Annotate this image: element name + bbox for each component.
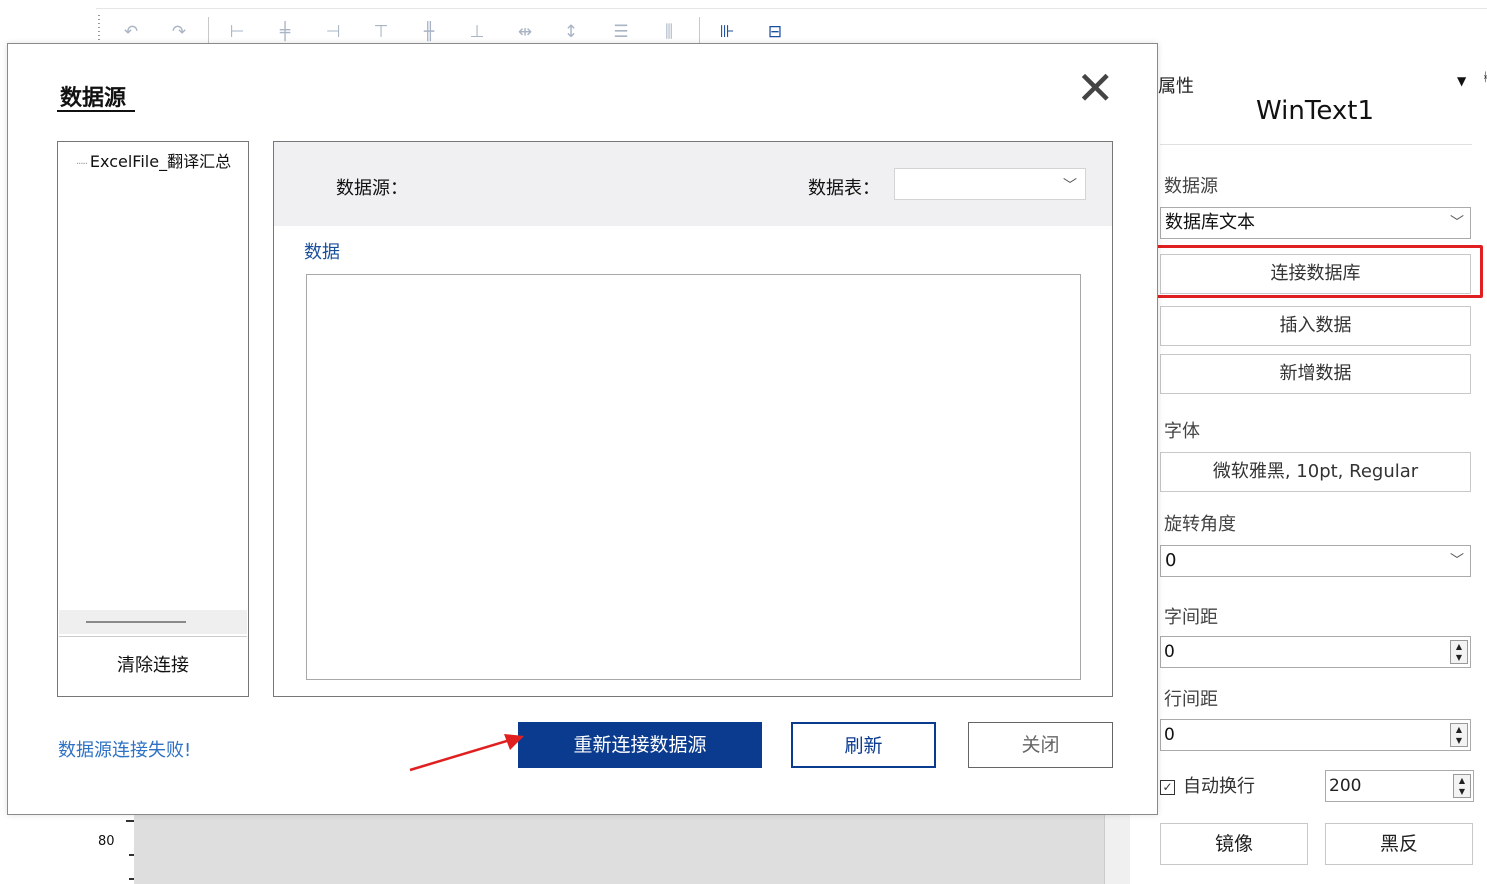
spin-up-icon[interactable]: ▲	[1454, 775, 1470, 786]
line-spacing-input[interactable]: 0 ▲ ▼	[1160, 719, 1471, 751]
line-spacing-value: 0	[1164, 725, 1175, 745]
spinner-buttons[interactable]: ▲ ▼	[1450, 640, 1468, 664]
spin-down-icon[interactable]: ▼	[1451, 735, 1467, 746]
datasource-dialog: 数据源 ✕ ····· ExcelFile_翻译汇总 清除连接 数据源： 数据表：…	[7, 43, 1158, 815]
rotation-select[interactable]: 0 ﹀	[1160, 545, 1471, 577]
align-middle-icon[interactable]: ╫	[416, 21, 442, 43]
object-name: WinText1	[1256, 96, 1374, 126]
align-bottom-icon[interactable]: ⊥	[464, 21, 490, 43]
spinner-buttons[interactable]: ▲ ▼	[1453, 774, 1471, 798]
rotation-value: 0	[1165, 550, 1177, 571]
font-picker-button[interactable]: 微软雅黑, 10pt, Regular	[1160, 452, 1471, 492]
align-top-icon[interactable]: ⊤	[368, 21, 394, 43]
spin-up-icon[interactable]: ▲	[1451, 641, 1467, 652]
add-data-button[interactable]: 新增数据	[1160, 354, 1471, 394]
mirror-button[interactable]: 镜像	[1160, 823, 1308, 865]
same-width-icon[interactable]: ⇹	[512, 21, 538, 43]
data-panel-header: 数据源： 数据表： ﹀	[274, 142, 1112, 226]
line-spacing-label: 行间距	[1164, 689, 1218, 710]
datasource-value: 数据库文本	[1165, 212, 1255, 233]
distribute-h-icon[interactable]: ⊪	[714, 21, 740, 43]
tree-horizontal-scrollbar[interactable]	[59, 610, 247, 634]
status-message: 数据源连接失败!	[58, 740, 192, 761]
data-section-label: 数据	[304, 242, 340, 263]
refresh-button[interactable]: 刷新	[791, 722, 936, 768]
spin-up-icon[interactable]: ▲	[1451, 724, 1467, 735]
property-panel-title: 属性	[1158, 76, 1194, 97]
data-panel: 数据源： 数据表： ﹀ 数据	[273, 141, 1113, 697]
align-right-icon[interactable]: ⊣	[320, 21, 346, 43]
autowrap-width-value: 200	[1329, 776, 1362, 796]
pin-icon[interactable]: ᚼ	[1482, 70, 1487, 84]
close-icon[interactable]: ✕	[1076, 65, 1115, 111]
char-spacing-label: 字间距	[1164, 607, 1218, 628]
close-button[interactable]: 关闭	[968, 722, 1113, 768]
datatable-select[interactable]: ﹀	[894, 168, 1086, 200]
toolbar-separator	[699, 17, 700, 45]
chevron-down-icon: ﹀	[1450, 215, 1464, 231]
vertical-ruler: 80	[96, 814, 136, 884]
clear-connection-button[interactable]: 清除连接	[59, 636, 247, 696]
dropdown-arrow-icon[interactable]: ▼	[1457, 74, 1466, 88]
toolbar-grip	[98, 15, 100, 41]
chevron-down-icon: ﹀	[1450, 553, 1464, 569]
ruler-label: 80	[98, 834, 115, 849]
autowrap-checkbox[interactable]: ✓	[1160, 780, 1175, 795]
rotation-label: 旋转角度	[1164, 514, 1236, 535]
data-grid[interactable]	[306, 274, 1081, 680]
same-height-icon[interactable]: ↕	[558, 21, 584, 43]
datatable-label: 数据表：	[808, 178, 880, 199]
char-spacing-input[interactable]: 0 ▲ ▼	[1160, 636, 1471, 668]
chevron-down-icon: ﹀	[1063, 178, 1077, 194]
annotation-highlight-box	[1155, 245, 1483, 298]
tree-item[interactable]: ····· ExcelFile_翻译汇总	[76, 148, 231, 172]
datasource-label: 数据源	[1164, 176, 1218, 197]
autowrap-label: 自动换行	[1183, 776, 1255, 797]
tree-connector: ·····	[76, 159, 88, 170]
insert-data-button[interactable]: 插入数据	[1160, 306, 1471, 346]
divider	[1160, 144, 1472, 145]
datasource-select[interactable]: 数据库文本 ﹀	[1160, 207, 1471, 239]
tree-item-label: ExcelFile_翻译汇总	[89, 152, 232, 171]
autowrap-width-input[interactable]: 200 ▲ ▼	[1325, 770, 1474, 802]
redo-icon[interactable]: ↷	[166, 21, 192, 43]
font-label: 字体	[1164, 421, 1200, 442]
reconnect-button[interactable]: 重新连接数据源	[518, 722, 762, 768]
property-panel: 属性 ▼ ᚼ WinText1 数据源 数据库文本 ﹀ 连接数据库 插入数据 新…	[1130, 44, 1487, 884]
invert-button[interactable]: 黑反	[1325, 823, 1473, 865]
ruler-tick	[126, 820, 134, 822]
layout-toolbar: ↶ ↷ ⊢ ╪ ⊣ ⊤ ╫ ⊥ ⇹ ↕ ☰ ⫼ ⊪ ⊟	[96, 8, 1487, 45]
horizontal-spacing-icon[interactable]: ⫼	[656, 21, 682, 43]
datasource-label: 数据源：	[336, 178, 408, 199]
design-canvas[interactable]	[134, 814, 1104, 884]
distribute-v-icon[interactable]: ⊟	[762, 21, 788, 43]
dialog-title: 数据源	[60, 86, 127, 111]
annotation-arrow	[409, 734, 524, 772]
spin-down-icon[interactable]: ▼	[1451, 652, 1467, 663]
undo-icon[interactable]: ↶	[118, 21, 144, 43]
title-underline	[57, 110, 135, 112]
scrollbar-thumb[interactable]	[86, 621, 186, 623]
spin-down-icon[interactable]: ▼	[1454, 786, 1470, 797]
align-left-icon[interactable]: ⊢	[224, 21, 250, 43]
toolbar-separator	[208, 17, 209, 45]
datasource-tree[interactable]: ····· ExcelFile_翻译汇总 清除连接	[57, 141, 249, 697]
spinner-buttons[interactable]: ▲ ▼	[1450, 723, 1468, 747]
align-center-icon[interactable]: ╪	[272, 21, 298, 43]
canvas-scrollbar[interactable]	[1104, 814, 1131, 884]
vertical-spacing-icon[interactable]: ☰	[608, 21, 634, 43]
autowrap-row[interactable]: ✓ 自动换行	[1160, 772, 1255, 798]
char-spacing-value: 0	[1164, 642, 1175, 662]
